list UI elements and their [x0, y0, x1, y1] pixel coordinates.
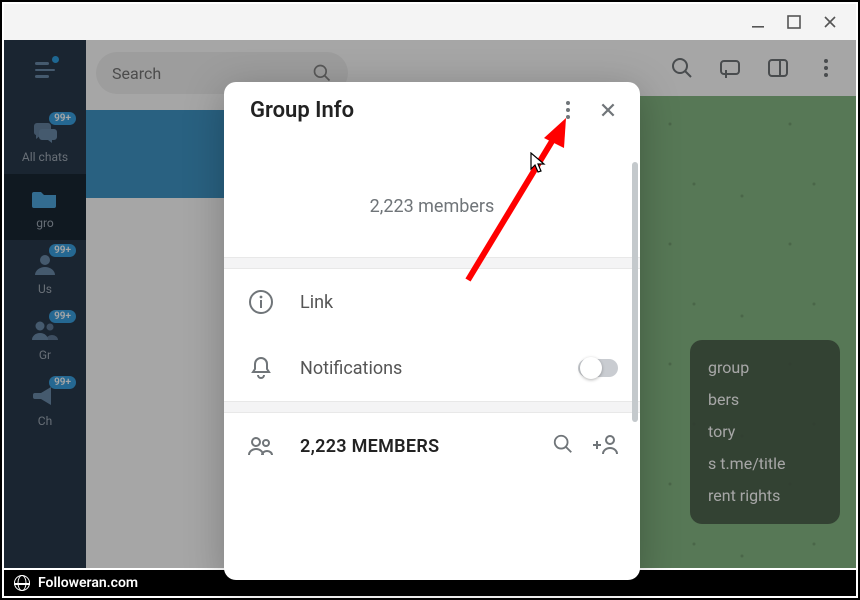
- modal-header: Group Info: [224, 82, 640, 132]
- modal-scrollbar[interactable]: [632, 162, 638, 422]
- row-label: 2,223 MEMBERS: [300, 436, 528, 457]
- search-members-button[interactable]: [552, 433, 574, 459]
- group-members-count: 2,223 members: [244, 196, 620, 217]
- unread-badge: 99+: [49, 376, 76, 389]
- modal-title: Group Info: [250, 98, 542, 123]
- group-context-menu: group bers tory s t.me/title rent rights: [690, 340, 840, 524]
- menu-item[interactable]: group: [708, 352, 822, 384]
- sidebar-item-label: Ch: [38, 414, 52, 428]
- sidebar-item-label: All chats: [22, 150, 68, 164]
- members-row-actions: [552, 433, 618, 459]
- sidebar-item-allchats[interactable]: 99+ All chats: [4, 108, 86, 174]
- sidebar-item-ch[interactable]: 99+ Ch: [4, 372, 86, 438]
- people-icon: [246, 431, 276, 461]
- globe-icon: [14, 575, 30, 591]
- sidebar-item-us[interactable]: 99+ Us: [4, 240, 86, 306]
- notification-dot-icon: [52, 56, 59, 63]
- modal-more-button[interactable]: [554, 96, 582, 124]
- group-header-section: 2,223 members: [224, 132, 640, 257]
- group-info-modal: Group Info 2,223 members Link Notificati…: [224, 82, 640, 580]
- window-frame: 99+ All chats gro 99+ Us 99+: [0, 0, 860, 600]
- sidepanel-icon[interactable]: [766, 56, 790, 80]
- left-sidebar: 99+ All chats gro 99+ Us 99+: [4, 40, 86, 568]
- sidebar-item-label: Gr: [39, 348, 51, 362]
- close-icon[interactable]: [822, 14, 838, 30]
- menu-item[interactable]: s t.me/title: [708, 448, 822, 480]
- comments-icon[interactable]: [718, 56, 742, 80]
- add-member-button[interactable]: [592, 433, 618, 459]
- more-icon[interactable]: [814, 56, 838, 80]
- sidebar-item-gro[interactable]: gro: [4, 174, 86, 240]
- notifications-row[interactable]: Notifications: [224, 335, 640, 401]
- search-icon[interactable]: [670, 56, 694, 80]
- menu-item[interactable]: tory: [708, 416, 822, 448]
- section-divider: [224, 257, 640, 269]
- search-input[interactable]: [112, 64, 272, 83]
- sidebar-item-label: Us: [38, 282, 52, 296]
- search-icon: [312, 63, 332, 83]
- menu-item[interactable]: rent rights: [708, 480, 822, 512]
- window-titlebar: [4, 4, 856, 40]
- hamburger-menu-button[interactable]: [25, 50, 65, 90]
- modal-body: 2,223 members Link Notifications 2,223 M…: [224, 132, 640, 580]
- bell-icon: [246, 353, 276, 383]
- watermark-text: Followeran.com: [38, 575, 138, 591]
- section-divider: [224, 401, 640, 413]
- info-icon: [246, 287, 276, 317]
- hamburger-icon: [35, 62, 55, 78]
- members-row[interactable]: 2,223 MEMBERS: [224, 413, 640, 479]
- modal-close-button[interactable]: [594, 96, 622, 124]
- unread-badge: 99+: [49, 112, 76, 125]
- notifications-toggle[interactable]: [578, 359, 618, 377]
- row-label: Link: [300, 292, 618, 313]
- menu-item[interactable]: bers: [708, 384, 822, 416]
- maximize-icon[interactable]: [786, 14, 802, 30]
- folder-icon: [29, 184, 61, 212]
- unread-badge: 99+: [49, 244, 76, 257]
- unread-badge: 99+: [49, 310, 76, 323]
- minimize-icon[interactable]: [750, 14, 766, 30]
- sidebar-item-gr[interactable]: 99+ Gr: [4, 306, 86, 372]
- row-label: Notifications: [300, 358, 554, 379]
- link-row[interactable]: Link: [224, 269, 640, 335]
- sidebar-item-label: gro: [36, 216, 54, 230]
